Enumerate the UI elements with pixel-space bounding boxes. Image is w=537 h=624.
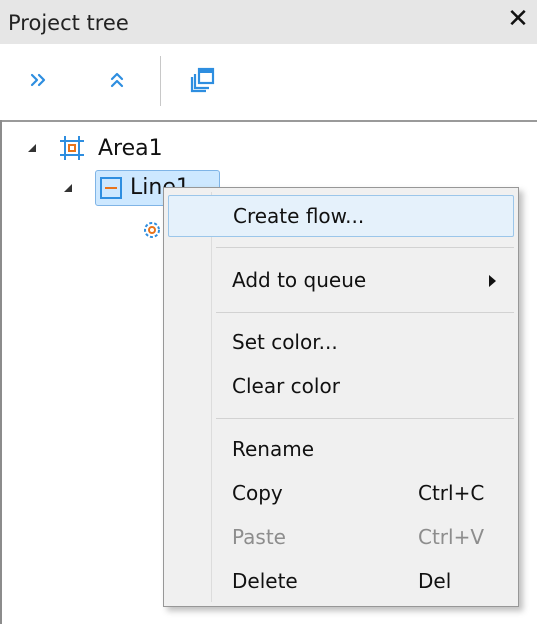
panel-title: Project tree	[8, 11, 129, 35]
context-menu: Create flow... Add to queue Set color...…	[163, 187, 519, 607]
menu-item-add-to-queue[interactable]: Add to queue	[168, 260, 514, 302]
menu-item-create-flow[interactable]: Create flow...	[168, 195, 514, 237]
menu-item-clear-color[interactable]: Clear color	[168, 366, 514, 408]
collapse-all-button[interactable]	[95, 58, 139, 102]
submenu-arrow-icon	[489, 275, 496, 287]
copy-windows-icon	[190, 67, 215, 93]
panel-title-bar: Project tree ✕	[0, 0, 537, 44]
menu-item-label: Paste	[232, 525, 286, 549]
menu-item-copy[interactable]: Copy Ctrl+C	[168, 473, 514, 515]
close-icon[interactable]: ✕	[505, 6, 531, 32]
menu-item-delete[interactable]: Delete Del	[168, 561, 514, 603]
line-icon	[100, 177, 122, 199]
menu-item-label: Delete	[232, 569, 298, 593]
project-tree-panel: Project tree ✕ Area1 Line1 Create flow..…	[0, 0, 537, 624]
menu-item-shortcut: Del	[418, 569, 452, 593]
gear-icon	[144, 222, 160, 238]
expand-arrow-icon[interactable]	[62, 182, 74, 194]
menu-item-shortcut: Ctrl+C	[418, 481, 485, 505]
menu-item-shortcut: Ctrl+V	[418, 525, 485, 549]
menu-item-label: Set color...	[232, 330, 338, 354]
menu-item-label: Clear color	[232, 374, 340, 398]
expand-all-button[interactable]	[17, 58, 61, 102]
menu-item-label: Create flow...	[233, 204, 365, 228]
panel-toolbar	[0, 44, 537, 122]
tree-node-child[interactable]	[0, 215, 170, 251]
duplicate-view-button[interactable]	[181, 58, 225, 102]
tree-node-area1[interactable]: Area1	[0, 132, 300, 168]
menu-separator	[216, 247, 514, 248]
menu-item-paste: Paste Ctrl+V	[168, 517, 514, 559]
menu-separator	[216, 312, 514, 313]
menu-separator	[216, 418, 514, 419]
expand-arrow-icon[interactable]	[26, 142, 38, 154]
tree-node-label: Area1	[98, 136, 163, 161]
menu-item-label: Rename	[232, 437, 315, 461]
menu-item-set-color[interactable]: Set color...	[168, 322, 514, 364]
double-chevron-right-icon	[30, 73, 46, 87]
menu-item-rename[interactable]: Rename	[168, 429, 514, 471]
menu-item-label: Copy	[232, 481, 283, 505]
double-chevron-up-icon	[110, 72, 124, 88]
area-icon	[60, 136, 84, 160]
menu-item-label: Add to queue	[232, 268, 367, 292]
toolbar-separator	[160, 56, 161, 106]
